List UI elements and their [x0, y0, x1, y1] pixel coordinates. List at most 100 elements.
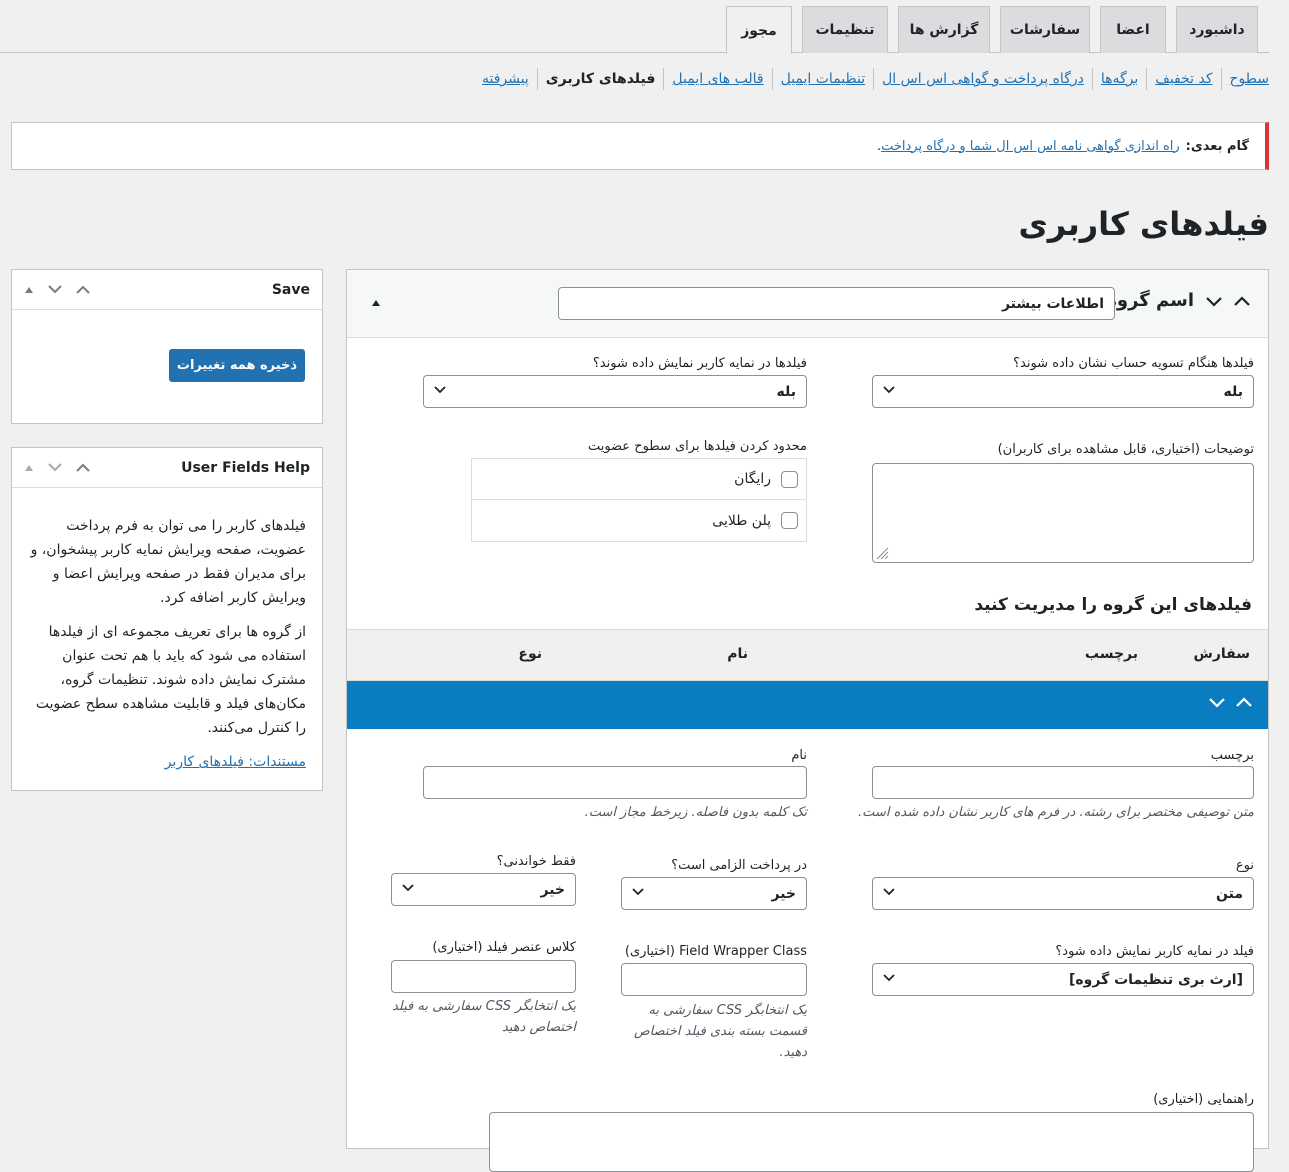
subnav-advanced[interactable]: پیشرفته [482, 71, 529, 87]
field-label-input[interactable] [872, 766, 1254, 799]
profile-show-value: بله [776, 383, 796, 400]
manage-fields-title: فیلدهای این گروه را مدیریت کنید [974, 595, 1252, 615]
field-type-label: نوع [1235, 858, 1254, 873]
fields-table-header: سفارش برچسب نام نوع [347, 629, 1268, 681]
field-required-value: خیر [771, 885, 796, 902]
chevron-down-icon [402, 884, 414, 892]
hint-label: راهنمایی (اختیاری) [1153, 1092, 1254, 1107]
tab-reports[interactable]: گزارش ها [898, 6, 990, 53]
help-paragraph-1: فیلدهای کاربر را می توان به فرم پرداخت ع… [30, 518, 306, 606]
chevron-down-icon [883, 386, 895, 394]
checkout-show-select[interactable]: بله [872, 375, 1254, 408]
field-row-selected[interactable] [347, 681, 1268, 729]
field-required-select[interactable]: خیر [621, 877, 807, 910]
wrapper-class-input[interactable] [621, 963, 807, 996]
hint-textarea[interactable] [489, 1112, 1254, 1172]
group-name-input[interactable]: اطلاعات بیشتر [558, 287, 1115, 320]
box-controls [24, 463, 90, 472]
checkout-show-label: فیلدها هنگام تسویه حساب نشان داده شوند؟ [1013, 356, 1254, 371]
field-readonly-value: خیر [540, 881, 565, 898]
chevron-down-icon [883, 974, 895, 982]
element-class-input[interactable] [391, 960, 576, 993]
level-label: رایگان [734, 471, 771, 487]
field-readonly-select[interactable]: خیر [391, 873, 576, 906]
field-name-description: تک کلمه بدون فاصله. زیرخط مجاز است. [584, 805, 807, 820]
chevron-down-icon [883, 888, 895, 896]
field-name-input[interactable] [423, 766, 807, 799]
tab-orders[interactable]: سفارشات [1000, 6, 1090, 53]
documentation-link[interactable]: مستندات: فیلدهای کاربر [165, 754, 306, 770]
chevron-up-icon[interactable] [76, 285, 90, 294]
notice-suffix: . [876, 138, 882, 154]
subnav-user-fields[interactable]: فیلدهای کاربری [546, 71, 656, 87]
element-class-label: کلاس عنصر فیلد (اختیاری) [432, 940, 576, 955]
wrapper-class-description: یک انتخابگر CSS سفارشی به قسمت بسته بندی… [633, 1003, 807, 1060]
chevron-down-icon [434, 386, 446, 394]
level-label: پلن طلایی [712, 512, 771, 529]
chevron-up-icon[interactable] [76, 463, 90, 472]
page-title: فیلدهای کاربری [1018, 205, 1269, 243]
profile-show-label: فیلدها در نمایه کاربر نمایش داده شوند؟ [592, 356, 807, 371]
field-group-panel: اسم گروه اطلاعات بیشتر فیلدها هنگام تسوی… [346, 269, 1269, 1172]
profile-show-select[interactable]: بله [423, 375, 807, 408]
field-profile-value: [ارث بری تنظیمات گروه] [1069, 971, 1243, 988]
sub-navigation: سطوح کد تخفیف برگه‌ها درگاه پرداخت و گوا… [474, 68, 1269, 90]
chevron-up-icon[interactable] [1236, 697, 1252, 707]
toggle-arrow-icon[interactable] [371, 299, 381, 307]
box-controls [24, 285, 90, 294]
save-box-title: Save [271, 281, 310, 298]
chevron-down-icon[interactable] [1206, 297, 1222, 307]
field-label-label: برچسب [1210, 748, 1254, 763]
field-type-select[interactable]: متن [872, 877, 1254, 910]
subnav-payment-gateway[interactable]: درگاه پرداخت و گواهی اس اس ال [882, 71, 1084, 87]
field-profile-label: فیلد در نمایه کاربر نمایش داده شود؟ [1055, 944, 1254, 959]
column-name: نام [727, 646, 748, 662]
tab-license[interactable]: مجوز [726, 6, 792, 54]
chevron-down-icon[interactable] [48, 463, 62, 472]
column-type: نوع [518, 646, 542, 662]
group-name-label: اسم گروه [1106, 290, 1194, 311]
level-checkbox[interactable] [781, 470, 798, 488]
save-all-button[interactable]: ذخیره همه تغییرات [169, 349, 305, 382]
restrict-levels-label: محدود کردن فیلدها برای سطوح عضویت [587, 439, 807, 454]
tab-settings[interactable]: تنظیمات [802, 6, 888, 53]
tab-dashboard[interactable]: داشبورد [1176, 6, 1258, 53]
field-required-label: در پرداخت الزامی است؟ [671, 858, 807, 873]
field-name-label: نام [791, 748, 807, 763]
tab-members[interactable]: اعضا [1100, 6, 1166, 53]
group-header: اسم گروه اطلاعات بیشتر [347, 270, 1268, 338]
save-box: Save ذخیره همه تغییرات [11, 269, 323, 424]
next-step-notice: گام بعدی: راه اندازی گواهی نامه اس اس ال… [11, 122, 1269, 170]
move-up-icon[interactable] [24, 286, 34, 294]
subnav-levels[interactable]: سطوح [1230, 71, 1269, 87]
chevron-down-icon[interactable] [48, 285, 62, 294]
chevron-down-icon[interactable] [1209, 698, 1225, 708]
levels-checkbox-list: رایگان پلن طلایی [471, 458, 807, 542]
chevron-down-icon [632, 888, 644, 896]
element-class-description: یک انتخابگر CSS سفارشی به فیلد اختصاص ده… [391, 999, 576, 1035]
group-description-textarea[interactable] [872, 463, 1254, 563]
checkout-show-value: بله [1223, 383, 1243, 400]
field-type-value: متن [1216, 885, 1243, 902]
field-label-description: متن توصیفی مختصر برای رشته. در فرم های ک… [858, 805, 1254, 820]
level-option[interactable]: رایگان [472, 459, 806, 500]
field-readonly-label: فقط خواندنی؟ [496, 854, 576, 869]
subnav-discount-codes[interactable]: کد تخفیف [1155, 71, 1212, 87]
level-option[interactable]: پلن طلایی [472, 500, 806, 541]
wrapper-class-label: Field Wrapper Class (اختیاری) [624, 944, 807, 959]
column-label: برچسب [1084, 646, 1138, 662]
subnav-pages[interactable]: برگه‌ها [1101, 71, 1138, 87]
help-paragraph-2: از گروه ها برای تعریف مجموعه ای از فیلده… [35, 624, 306, 736]
notice-prefix: گام بعدی: [1185, 138, 1249, 154]
field-profile-select[interactable]: [ارث بری تنظیمات گروه] [872, 963, 1254, 996]
help-box: User Fields Help فیلدهای کاربر را می توا… [11, 447, 323, 791]
subnav-email-settings[interactable]: تنظیمات ایمیل [781, 71, 866, 87]
subnav-email-templates[interactable]: قالب های ایمیل [672, 71, 763, 87]
resize-handle-icon[interactable] [875, 546, 889, 560]
move-up-icon[interactable] [24, 464, 34, 472]
notice-link[interactable]: راه اندازی گواهی نامه اس اس ال شما و درگ… [881, 139, 1180, 154]
group-description-label: توضیحات (اختیاری، قابل مشاهده برای کاربر… [997, 442, 1254, 457]
chevron-up-icon[interactable] [1234, 296, 1250, 306]
help-box-title: User Fields Help [181, 459, 310, 476]
level-checkbox[interactable] [781, 512, 798, 529]
